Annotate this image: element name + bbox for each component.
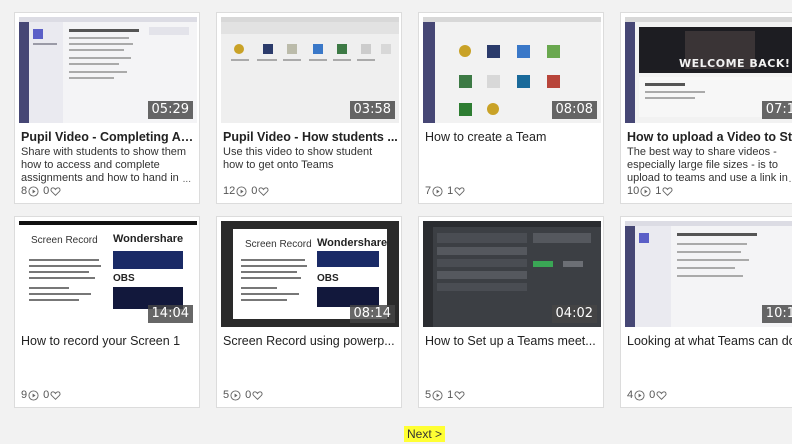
welcome-banner-text: WELCOME BACK! [679, 57, 791, 70]
like-count: 1 [447, 185, 454, 197]
like-count: 0 [43, 185, 50, 197]
video-thumbnail[interactable]: WELCOME BACK! 07:1 [625, 17, 792, 123]
video-thumbnail[interactable]: Screen Record Wondershare OBS 08:14 [221, 221, 399, 327]
video-stats: 4 0 [627, 389, 667, 401]
slide-heading: Screen Record [245, 239, 312, 250]
wondershare-label: Wondershare [317, 237, 388, 249]
view-count: 9 [21, 389, 28, 401]
video-stats: 7 1 [425, 185, 465, 197]
duration-badge: 08:08 [551, 101, 597, 119]
duration-badge: 03:58 [349, 101, 395, 119]
view-count: 12 [223, 185, 236, 197]
video-description [425, 350, 595, 389]
obs-label: OBS [317, 273, 339, 284]
video-thumbnail[interactable]: 08:08 [423, 17, 601, 123]
next-page-button[interactable]: Next > [404, 426, 446, 442]
heart-icon[interactable] [454, 186, 465, 197]
view-count: 5 [223, 389, 230, 401]
play-icon [236, 185, 247, 197]
video-description: Use this video to show student how to ge… [223, 146, 373, 171]
play-icon [28, 389, 39, 401]
video-stats: 5 0 [223, 389, 263, 401]
duration-badge: 04:02 [551, 305, 597, 323]
video-title[interactable]: Looking at what Teams can do [627, 334, 792, 348]
video-description: Share with students to show them how to … [21, 146, 187, 184]
video-stats: 12 0 [223, 185, 269, 197]
like-count: 0 [251, 185, 258, 197]
video-stats: 5 1 [425, 389, 465, 401]
video-card[interactable]: WELCOME BACK! 07:1 How to upload a Video… [620, 12, 792, 204]
video-title[interactable]: How to upload a Video to St... [627, 130, 792, 144]
heart-icon[interactable] [252, 390, 263, 401]
video-card[interactable]: 05:29 Pupil Video - Completing As... Sha… [14, 12, 200, 204]
more-ellipsis[interactable]: ... [183, 174, 191, 185]
heart-icon[interactable] [662, 186, 673, 197]
video-title[interactable]: How to create a Team [425, 130, 601, 144]
duration-badge: 05:29 [147, 101, 193, 119]
play-icon [634, 389, 645, 401]
video-grid: 05:29 Pupil Video - Completing As... Sha… [0, 0, 792, 420]
video-description: The best way to share videos - especiall… [627, 146, 788, 184]
video-card[interactable]: 08:08 How to create a Team 7 1 [418, 12, 604, 204]
video-title[interactable]: Pupil Video - Completing As... [21, 130, 197, 144]
video-card[interactable]: Screen Record Wondershare OBS 14:04 How … [14, 216, 200, 408]
video-stats: 8 0 [21, 185, 61, 197]
view-count: 7 [425, 185, 432, 197]
like-count: 0 [245, 389, 252, 401]
video-thumbnail[interactable]: 03:58 [221, 17, 399, 123]
video-description [223, 350, 393, 389]
video-description [627, 350, 792, 389]
more-ellipsis[interactable]: ... [789, 174, 792, 185]
video-card[interactable]: Screen Record Wondershare OBS 08:14 Scre… [216, 216, 402, 408]
view-count: 5 [425, 389, 432, 401]
like-count: 1 [655, 185, 662, 197]
heart-icon[interactable] [50, 186, 61, 197]
video-thumbnail[interactable]: 10:1 [625, 221, 792, 327]
video-stats: 9 0 [21, 389, 61, 401]
obs-label: OBS [113, 273, 135, 284]
video-thumbnail[interactable]: Screen Record Wondershare OBS 14:04 [19, 221, 197, 327]
duration-badge: 10:1 [761, 305, 792, 323]
heart-icon[interactable] [454, 390, 465, 401]
video-description [21, 350, 191, 389]
video-stats: 10 1 [627, 185, 673, 197]
slide-heading: Screen Record [31, 235, 98, 246]
video-thumbnail[interactable]: 04:02 [423, 221, 601, 327]
duration-badge: 07:1 [761, 101, 792, 119]
play-icon [28, 185, 39, 197]
video-title[interactable]: How to Set up a Teams meet... [425, 334, 601, 348]
video-thumbnail[interactable]: 05:29 [19, 17, 197, 123]
heart-icon[interactable] [656, 390, 667, 401]
heart-icon[interactable] [258, 186, 269, 197]
duration-badge: 14:04 [147, 305, 193, 323]
wondershare-label: Wondershare [113, 233, 184, 245]
view-count: 10 [627, 185, 640, 197]
play-icon [230, 389, 241, 401]
play-icon [640, 185, 651, 197]
video-card[interactable]: 10:1 Looking at what Teams can do 4 0 [620, 216, 792, 408]
video-card[interactable]: 04:02 How to Set up a Teams meet... 5 1 [418, 216, 604, 408]
view-count: 8 [21, 185, 28, 197]
like-count: 0 [43, 389, 50, 401]
video-title[interactable]: Screen Record using powerp... [223, 334, 399, 348]
video-title[interactable]: How to record your Screen 1 [21, 334, 197, 348]
play-icon [432, 185, 443, 197]
view-count: 4 [627, 389, 634, 401]
video-title[interactable]: Pupil Video - How students ... [223, 130, 399, 144]
video-card[interactable]: 03:58 Pupil Video - How students ... Use… [216, 12, 402, 204]
video-description [425, 146, 595, 185]
like-count: 1 [447, 389, 454, 401]
duration-badge: 08:14 [349, 305, 395, 323]
like-count: 0 [649, 389, 656, 401]
heart-icon[interactable] [50, 390, 61, 401]
play-icon [432, 389, 443, 401]
